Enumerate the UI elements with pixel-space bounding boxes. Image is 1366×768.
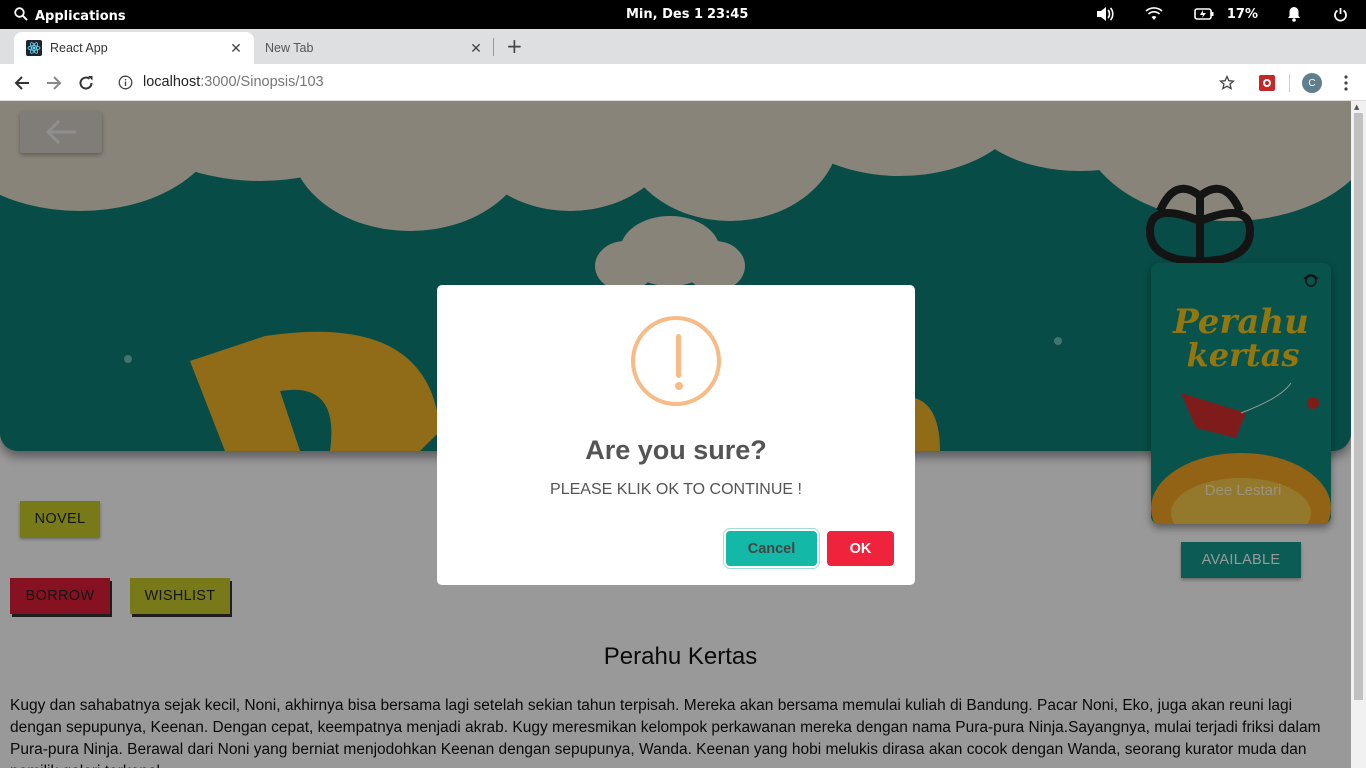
address-bar[interactable]: localhost:3000/Sinopsis/103 bbox=[110, 68, 1250, 96]
dialog-title: Are you sure? bbox=[585, 435, 767, 465]
reload-icon[interactable] bbox=[76, 73, 96, 93]
back-arrow-icon[interactable] bbox=[12, 73, 32, 93]
date-label[interactable]: Min, Des 1 bbox=[626, 7, 703, 22]
tab-separator bbox=[493, 38, 494, 56]
tab-title: React App bbox=[50, 41, 108, 55]
search-icon bbox=[14, 7, 28, 25]
kebab-menu-icon[interactable] bbox=[1336, 73, 1356, 93]
dialog-message: PLEASE KLIK OK TO CONTINUE ! bbox=[550, 481, 802, 498]
tab-title: New Tab bbox=[265, 41, 314, 55]
volume-icon[interactable] bbox=[1095, 6, 1115, 22]
browser-toolbar: localhost:3000/Sinopsis/103 C bbox=[0, 64, 1366, 101]
toolbar-divider bbox=[1289, 74, 1290, 92]
forward-arrow-icon[interactable] bbox=[44, 73, 64, 93]
battery-percent: 17% bbox=[1226, 6, 1258, 22]
react-logo-icon bbox=[26, 40, 42, 56]
power-icon[interactable] bbox=[1332, 7, 1348, 22]
close-tab-icon[interactable]: ✕ bbox=[466, 40, 486, 57]
profile-avatar[interactable]: C bbox=[1302, 73, 1322, 93]
cancel-button[interactable]: Cancel bbox=[726, 531, 817, 566]
ok-button[interactable]: OK bbox=[827, 531, 894, 566]
url-path: :3000/Sinopsis/103 bbox=[200, 74, 324, 90]
applications-label: Applications bbox=[35, 8, 126, 24]
applications-menu[interactable]: Applications bbox=[14, 7, 126, 25]
close-tab-icon[interactable]: ✕ bbox=[226, 40, 246, 57]
page-scrollbar[interactable]: ▲ bbox=[1351, 101, 1366, 768]
new-tab-plus-icon[interactable]: + bbox=[506, 36, 523, 56]
scrollbar-thumb[interactable] bbox=[1354, 113, 1363, 700]
extension-icon[interactable] bbox=[1257, 73, 1277, 93]
tab-react-app[interactable]: React App ✕ bbox=[14, 32, 254, 64]
confirm-dialog: Are you sure? PLEASE KLIK OK TO CONTINUE… bbox=[437, 285, 915, 585]
warning-exclamation-icon bbox=[631, 316, 721, 406]
wifi-icon[interactable] bbox=[1145, 7, 1163, 21]
tab-new-tab[interactable]: New Tab ✕ bbox=[254, 32, 494, 64]
scroll-up-arrow-icon[interactable]: ▲ bbox=[1354, 103, 1359, 111]
notification-bell-icon[interactable] bbox=[1286, 6, 1302, 22]
time-label[interactable]: 23:45 bbox=[707, 7, 748, 22]
battery-icon[interactable] bbox=[1193, 8, 1215, 20]
warning-icon-line bbox=[676, 334, 681, 378]
warning-icon-dot bbox=[674, 382, 683, 390]
bookmark-star-icon[interactable] bbox=[1217, 73, 1237, 93]
site-info-icon[interactable] bbox=[118, 75, 133, 90]
system-tray: 17% bbox=[1095, 6, 1348, 22]
url-host: localhost bbox=[143, 74, 201, 90]
system-top-bar: Applications Min, Des 1 23:45 17% bbox=[0, 0, 1366, 29]
browser-tab-bar: React App ✕ New Tab ✕ bbox=[0, 29, 1366, 64]
